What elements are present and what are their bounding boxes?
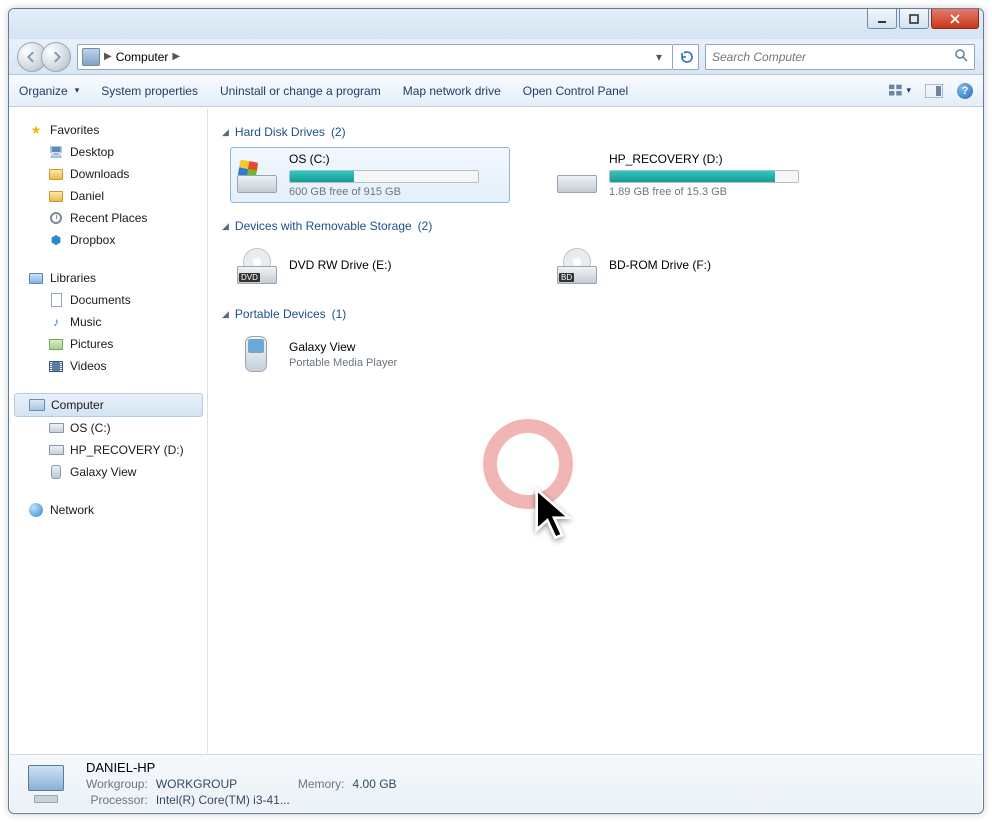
cursor-icon: [533, 487, 575, 546]
sidebar-item-documents[interactable]: Documents: [14, 289, 203, 311]
sidebar-item-os-c[interactable]: OS (C:): [14, 417, 203, 439]
navigation-bar: ▶ Computer ▶ ▾: [9, 39, 983, 75]
videos-icon: [48, 358, 64, 374]
drive-icon: [48, 420, 64, 436]
cursor-highlight-ring: [483, 419, 573, 509]
memory-value: 4.00 GB: [353, 777, 397, 791]
system-properties-button[interactable]: System properties: [101, 84, 198, 98]
address-bar[interactable]: ▶ Computer ▶ ▾: [77, 44, 673, 70]
dropbox-icon: ⬢: [48, 232, 64, 248]
workgroup-label: Workgroup:: [86, 777, 148, 791]
computer-icon: [82, 48, 100, 66]
sidebar-item-galaxy-view[interactable]: Galaxy View: [14, 461, 203, 483]
libraries-group[interactable]: Libraries: [14, 267, 203, 289]
open-control-panel-button[interactable]: Open Control Panel: [523, 84, 628, 98]
folder-icon: [48, 188, 64, 204]
folder-icon: [48, 166, 64, 182]
breadcrumb-computer[interactable]: Computer: [116, 50, 169, 64]
address-dropdown[interactable]: ▾: [650, 50, 668, 64]
capacity-bar: [609, 170, 799, 183]
help-icon[interactable]: ?: [957, 83, 973, 99]
collapse-icon[interactable]: ◢: [222, 127, 229, 138]
computer-icon: [29, 397, 45, 413]
computer-large-icon: [24, 763, 72, 805]
collapse-icon[interactable]: ◢: [222, 221, 229, 232]
capacity-bar: [289, 170, 479, 183]
details-computer-name: DANIEL-HP: [86, 760, 290, 775]
drive-dvd-e[interactable]: DVD DVD RW Drive (E:): [230, 241, 510, 291]
breadcrumb-sep-icon[interactable]: ▶: [172, 51, 180, 62]
libraries-icon: [28, 270, 44, 286]
computer-group[interactable]: Computer: [14, 393, 203, 417]
search-box[interactable]: [705, 44, 975, 70]
network-label: Network: [50, 503, 94, 517]
section-hdd-header[interactable]: ◢ Hard Disk Drives (2): [222, 125, 968, 139]
content-pane: ◢ Hard Disk Drives (2) OS (C:) 600 GB fr…: [208, 109, 982, 753]
network-group[interactable]: Network: [14, 499, 203, 521]
processor-label: Processor:: [86, 793, 148, 807]
recent-icon: [48, 210, 64, 226]
network-icon: [28, 502, 44, 518]
close-button[interactable]: [931, 9, 979, 29]
forward-button[interactable]: [41, 42, 71, 72]
drive-os-c[interactable]: OS (C:) 600 GB free of 915 GB: [230, 147, 510, 203]
bd-drive-icon: BD: [555, 246, 599, 286]
media-player-icon: [235, 334, 279, 374]
device-galaxy-view[interactable]: Galaxy View Portable Media Player: [230, 329, 510, 379]
favorites-group[interactable]: ★ Favorites: [14, 119, 203, 141]
favorites-label: Favorites: [50, 123, 99, 137]
map-network-drive-button[interactable]: Map network drive: [403, 84, 501, 98]
organize-menu[interactable]: Organize: [19, 84, 79, 98]
titlebar: [9, 9, 983, 39]
sidebar-item-pictures[interactable]: Pictures: [14, 333, 203, 355]
navigation-tree: ★ Favorites 🖥Desktop Downloads Daniel Re…: [10, 109, 208, 753]
details-pane: DANIEL-HP Workgroup: WORKGROUP Memory: 4…: [10, 754, 982, 812]
pictures-icon: [48, 336, 64, 352]
view-options-button[interactable]: [889, 82, 911, 100]
processor-value: Intel(R) Core(TM) i3-41...: [156, 793, 290, 807]
libraries-label: Libraries: [50, 271, 96, 285]
computer-label: Computer: [51, 398, 104, 412]
maximize-button[interactable]: [899, 9, 929, 29]
star-icon: ★: [28, 122, 44, 138]
drive-icon: [48, 442, 64, 458]
explorer-window: ▶ Computer ▶ ▾ Organize System propertie…: [8, 8, 984, 814]
drive-bd-f[interactable]: BD BD-ROM Drive (F:): [550, 241, 830, 291]
memory-label: Memory:: [298, 777, 345, 791]
dvd-drive-icon: DVD: [235, 246, 279, 286]
section-removable-header[interactable]: ◢ Devices with Removable Storage (2): [222, 219, 968, 233]
command-toolbar: Organize System properties Uninstall or …: [9, 75, 983, 107]
desktop-icon: 🖥: [48, 144, 64, 160]
collapse-icon[interactable]: ◢: [222, 309, 229, 320]
section-portable-header[interactable]: ◢ Portable Devices (1): [222, 307, 968, 321]
drive-hp-recovery[interactable]: HP_RECOVERY (D:) 1.89 GB free of 15.3 GB: [550, 147, 830, 203]
uninstall-program-button[interactable]: Uninstall or change a program: [220, 84, 381, 98]
search-input[interactable]: [712, 50, 954, 64]
search-icon[interactable]: [954, 48, 968, 65]
sidebar-item-desktop[interactable]: 🖥Desktop: [14, 141, 203, 163]
workgroup-value: WORKGROUP: [156, 777, 290, 791]
minimize-button[interactable]: [867, 9, 897, 29]
sidebar-item-daniel[interactable]: Daniel: [14, 185, 203, 207]
preview-pane-button[interactable]: [923, 82, 945, 100]
breadcrumb-sep-icon: ▶: [104, 51, 112, 62]
sidebar-item-music[interactable]: ♪Music: [14, 311, 203, 333]
hdd-icon: [555, 155, 599, 195]
sidebar-item-recent-places[interactable]: Recent Places: [14, 207, 203, 229]
sidebar-item-downloads[interactable]: Downloads: [14, 163, 203, 185]
document-icon: [48, 292, 64, 308]
sidebar-item-hp-recovery[interactable]: HP_RECOVERY (D:): [14, 439, 203, 461]
device-icon: [48, 464, 64, 480]
refresh-button[interactable]: [673, 44, 699, 70]
hdd-icon: [235, 155, 279, 195]
sidebar-item-dropbox[interactable]: ⬢Dropbox: [14, 229, 203, 251]
music-icon: ♪: [48, 314, 64, 330]
sidebar-item-videos[interactable]: Videos: [14, 355, 203, 377]
